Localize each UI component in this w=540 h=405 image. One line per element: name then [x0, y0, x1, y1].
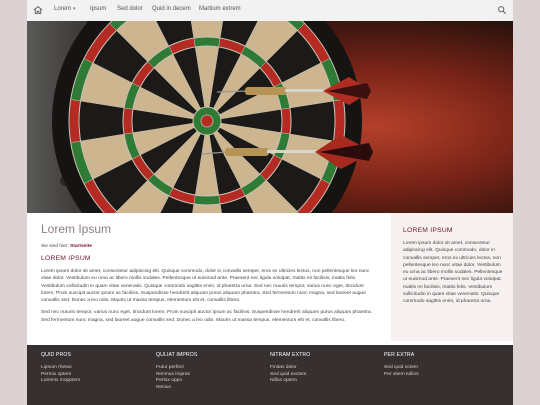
footer-column-title: NITRAM EXTRO [270, 352, 311, 358]
search-icon[interactable] [497, 5, 507, 15]
footer-link[interactable]: Perlox oppo [156, 378, 197, 385]
footer-link[interactable]: Finitas dolor [270, 365, 310, 372]
paragraph: Lorem ipsum dolor sit amet, consectetur … [41, 269, 370, 304]
breadcrumb-prefix: Sie sind hier: [41, 244, 69, 249]
footer: QUID PROS Lipsum rhetus Permix optem Lor… [27, 345, 513, 405]
footer-link[interactable]: Futur perfect [156, 365, 197, 372]
page-title: Lorem Ipsum [41, 222, 112, 236]
sidebar-heading: LOREM IPSUM [403, 227, 453, 234]
main-content: Lorem Ipsum Sie sind hier: Startseite LO… [41, 222, 376, 329]
top-nav: Lorem ▾ Ipsum Sed dolor Quid in decem Mar… [27, 0, 513, 22]
nav-item-sed-dolor[interactable]: Sed dolor [117, 6, 143, 12]
nav-item-martium-extrem[interactable]: Martium extrem [199, 6, 241, 12]
footer-column: QUID PROS Lipsum rhetus Permix optem Lor… [41, 352, 80, 385]
footer-link[interactable]: Lipsum rhetus [41, 365, 80, 372]
breadcrumb: Sie sind hier: Startseite [41, 244, 376, 249]
paragraph: Sed nec mauris tempor, varius nunc eget,… [41, 310, 373, 323]
dartboard-image [27, 21, 513, 213]
footer-column-title: PER EXTRA [384, 352, 415, 358]
breadcrumb-link-startseite[interactable]: Startseite [70, 244, 92, 249]
footer-link[interactable]: Loremix mopptem [41, 378, 80, 385]
nav-item-lorem[interactable]: Lorem ▾ [54, 6, 76, 12]
home-icon[interactable] [33, 5, 43, 15]
sidebar-text: Lorem ipsum dolor sit amet, consectetur … [403, 241, 503, 305]
footer-link[interactable]: Per sitem tullios [384, 372, 419, 379]
hero-image [27, 21, 513, 213]
nav-item-ipsum[interactable]: Ipsum [90, 6, 106, 12]
footer-link[interactable]: Sed quid octem [384, 365, 419, 372]
footer-column: PER EXTRA Sed quid octem Per sitem tulli… [384, 352, 419, 378]
chevron-down-icon: ▾ [73, 6, 76, 12]
footer-link[interactable]: Nimius [156, 385, 197, 392]
footer-column: QULIAT IMPROS Futur perfect Nimmus impra… [156, 352, 197, 391]
footer-column: NITRAM EXTRO Finitas dolor Sed quid exct… [270, 352, 310, 385]
section-heading: LOREM IPSUM [41, 255, 91, 262]
nav-item-quid-in-decem[interactable]: Quid in decem [152, 6, 191, 12]
sidebar: LOREM IPSUM Lorem ipsum dolor sit amet, … [391, 213, 513, 341]
footer-column-title: QULIAT IMPROS [156, 352, 198, 358]
footer-link[interactable]: Nillus optem [270, 378, 310, 385]
footer-column-title: QUID PROS [41, 352, 72, 358]
page: Lorem ▾ Ipsum Sed dolor Quid in decem Mar… [27, 0, 513, 405]
